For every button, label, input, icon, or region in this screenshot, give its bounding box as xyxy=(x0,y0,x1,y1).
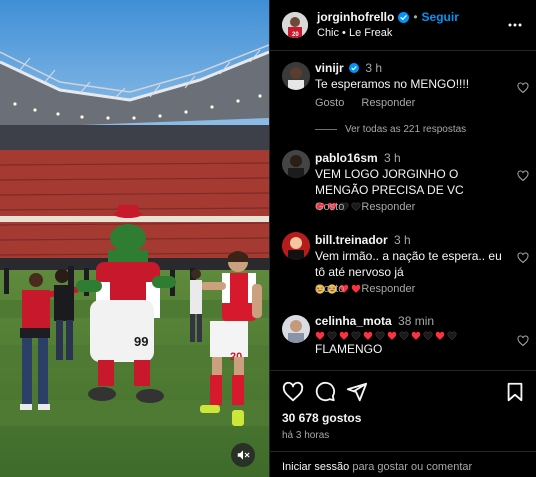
black-heart-emoji-icon xyxy=(351,331,361,341)
comment-body: celinha_mota 38 min FLAMENGO xyxy=(315,313,505,357)
red-heart-emoji-icon xyxy=(315,331,325,340)
comment-username[interactable]: vinijr xyxy=(315,61,344,75)
commenter-avatar[interactable] xyxy=(282,62,310,90)
comment-like-button[interactable]: Gosto xyxy=(315,97,344,109)
likes-count[interactable]: 30 678 gostos xyxy=(282,411,361,425)
separator-dot: • xyxy=(413,10,418,24)
post-video[interactable]: 99 20 xyxy=(0,0,269,477)
bookmark-icon[interactable] xyxy=(504,381,526,403)
mascot-number: 99 xyxy=(134,334,148,349)
comment-username[interactable]: celinha_mota xyxy=(315,314,392,328)
comment-text: Te esperamos no MENGO!!!! xyxy=(315,77,470,91)
comment-icon[interactable] xyxy=(314,381,336,403)
comment-text: FLAMENGO xyxy=(315,342,383,356)
view-replies-button[interactable]: Ver todas as 221 respostas xyxy=(315,124,466,135)
red-heart-emoji-icon xyxy=(435,331,445,340)
login-link[interactable]: Iniciar sessão xyxy=(282,461,349,473)
comment-reply-button[interactable]: Responder xyxy=(361,283,415,295)
red-heart-emoji-icon xyxy=(387,331,397,340)
comment-item: pablo16sm 3 h VEM LOGO JORGINHO O MENGÃO… xyxy=(270,148,536,218)
heart-outline-icon[interactable] xyxy=(282,381,304,403)
comment-body: vinijr 3 h Te esperamos no MENGO!!!! xyxy=(315,60,505,92)
verified-badge-icon xyxy=(398,11,410,23)
svg-text:20: 20 xyxy=(292,32,299,38)
mute-toggle-button[interactable] xyxy=(231,443,255,467)
share-icon[interactable] xyxy=(346,381,368,403)
comment-reply-button[interactable]: Responder xyxy=(361,201,415,213)
comment-time: 3 h xyxy=(394,233,411,247)
comment-like-button[interactable]: Gosto xyxy=(315,283,344,295)
comment-reply-button[interactable]: Responder xyxy=(361,97,415,109)
muted-speaker-icon xyxy=(237,450,250,460)
login-prompt-text: para gostar ou comentar xyxy=(349,461,473,473)
black-heart-emoji-icon xyxy=(375,331,385,341)
author-avatar[interactable]: 20 xyxy=(282,12,308,38)
black-heart-emoji-icon xyxy=(447,331,457,341)
comment-time: 38 min xyxy=(398,314,435,328)
comment-item: celinha_mota 38 min FLAMENGO xyxy=(270,313,536,369)
post-side-panel: 20 jorginhofrello • Seguir Chic • Le Fre… xyxy=(269,0,536,477)
black-heart-emoji-icon xyxy=(399,331,409,341)
verified-badge-icon xyxy=(349,63,360,73)
comment-heart-icon[interactable] xyxy=(517,252,529,264)
post-actions: 30 678 gostos há 3 horas Iniciar sessão … xyxy=(270,370,536,477)
replies-rule xyxy=(315,129,337,130)
comment-actions: Gosto Responder xyxy=(315,283,429,295)
author-username[interactable]: jorginhofrello xyxy=(317,10,394,24)
comment-actions: Gosto Responder xyxy=(315,97,429,109)
comment-like-button[interactable]: Gosto xyxy=(315,201,344,213)
login-prompt: Iniciar sessão para gostar ou comentar xyxy=(270,451,536,477)
audio-track-link[interactable]: Chic • Le Freak xyxy=(317,27,392,39)
more-horizontal-icon[interactable] xyxy=(507,17,523,33)
comment-text: Vem irmão.. a nação te espera.. eu tô at… xyxy=(315,249,502,279)
black-heart-emoji-icon xyxy=(327,331,337,341)
comment-time: 3 h xyxy=(365,61,383,75)
comment-heart-icon[interactable] xyxy=(517,170,529,182)
follow-button[interactable]: Seguir xyxy=(422,10,459,24)
comment-item: vinijr 3 h Te esperamos no MENGO!!!! Gos… xyxy=(270,60,536,120)
commenter-avatar[interactable] xyxy=(282,150,310,178)
red-heart-emoji-icon xyxy=(411,331,421,340)
comment-emojis xyxy=(315,331,505,341)
comment-actions: Gosto Responder xyxy=(315,201,429,213)
post-header: 20 jorginhofrello • Seguir Chic • Le Fre… xyxy=(270,0,536,51)
comment-username[interactable]: pablo16sm xyxy=(315,151,378,165)
comment-heart-icon[interactable] xyxy=(517,335,529,347)
comment-heart-icon[interactable] xyxy=(517,82,529,94)
black-heart-emoji-icon xyxy=(423,331,433,341)
author-line: jorginhofrello • Seguir xyxy=(317,10,459,24)
comment-item: bill.treinador 3 h Vem irmão.. a nação t… xyxy=(270,230,536,300)
red-heart-emoji-icon xyxy=(363,331,373,340)
commenter-avatar[interactable] xyxy=(282,315,310,343)
comment-time: 3 h xyxy=(384,151,401,165)
stadium-scene: 99 20 xyxy=(0,0,269,477)
post-timestamp: há 3 horas xyxy=(282,430,330,441)
commenter-avatar[interactable] xyxy=(282,232,310,260)
red-heart-emoji-icon xyxy=(339,331,349,340)
comment-text: VEM LOGO JORGINHO O MENGÃO PRECISA DE VC xyxy=(315,167,464,197)
comment-username[interactable]: bill.treinador xyxy=(315,233,388,247)
view-replies-label: Ver todas as 221 respostas xyxy=(345,124,467,135)
